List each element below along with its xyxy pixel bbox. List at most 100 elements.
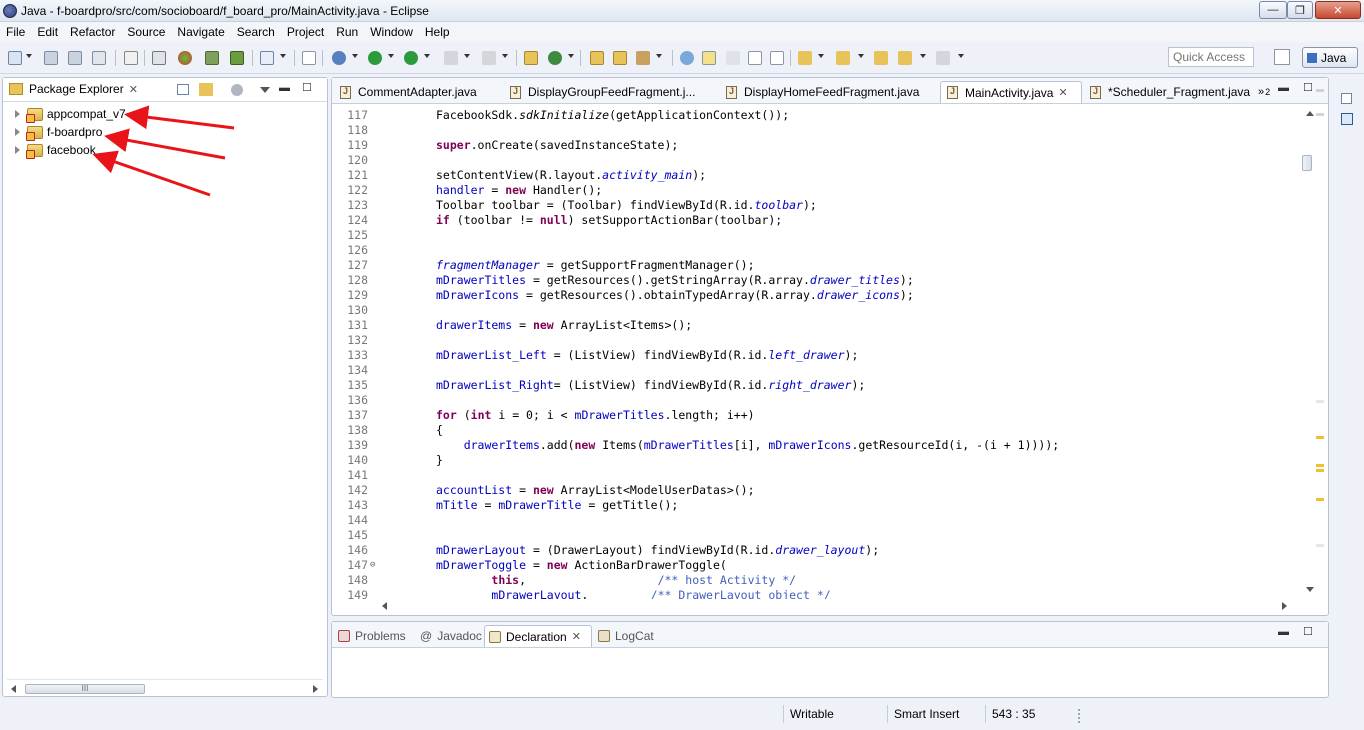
code-line[interactable]: 119 super.onCreate(savedInstanceState); xyxy=(332,138,1298,153)
scroll-left-icon[interactable] xyxy=(382,602,387,610)
menu-source[interactable]: Source xyxy=(121,25,171,39)
scroll-down-icon[interactable] xyxy=(1306,587,1314,592)
overview-ruler-marker[interactable] xyxy=(1316,544,1324,547)
code-line[interactable]: 136 xyxy=(332,393,1298,408)
code-line[interactable]: 129 mDrawerIcons = getResources().obtainT… xyxy=(332,288,1298,303)
new-dropdown-icon[interactable] xyxy=(26,54,32,58)
project-appcompat-v7[interactable]: appcompat_v7 xyxy=(15,105,126,123)
back-icon[interactable] xyxy=(898,51,912,65)
binary-icon[interactable] xyxy=(124,51,138,65)
new-java-class-dropdown-icon[interactable] xyxy=(568,54,574,58)
maximize-button[interactable]: ❐ xyxy=(1287,1,1313,19)
code-line[interactable]: 138 { xyxy=(332,423,1298,438)
open-type-icon[interactable] xyxy=(590,51,604,65)
checklist-dropdown-icon[interactable] xyxy=(280,54,286,58)
editor-hscrollbar[interactable] xyxy=(376,599,1294,613)
minimize-view-icon[interactable]: ▬ xyxy=(279,82,290,94)
overview-ruler-marker[interactable] xyxy=(1316,113,1324,116)
pilcrow-icon[interactable] xyxy=(770,51,784,65)
code-line[interactable]: 133 mDrawerList_Left = (ListView) findVie… xyxy=(332,348,1298,363)
vscroll-thumb[interactable] xyxy=(1302,155,1312,171)
code-line[interactable]: 122 handler = new Handler(); xyxy=(332,183,1298,198)
debug-dropdown-icon[interactable] xyxy=(352,54,358,58)
new-class-icon[interactable] xyxy=(302,51,316,65)
close-icon[interactable]: ✕ xyxy=(572,630,581,643)
hscroll-thumb[interactable]: III xyxy=(25,684,145,694)
overview-ruler-marker[interactable] xyxy=(1316,498,1324,501)
expand-arrow-icon[interactable] xyxy=(15,128,20,136)
project-facebook[interactable]: facebook xyxy=(15,141,96,159)
save-icon[interactable] xyxy=(44,51,58,65)
android-sdk-icon[interactable] xyxy=(178,51,192,65)
code-line[interactable]: 131 drawerItems = new ArrayList<Items>(); xyxy=(332,318,1298,333)
code-line[interactable]: 143 mTitle = mDrawerTitle = getTitle(); xyxy=(332,498,1298,513)
download-icon[interactable] xyxy=(205,51,219,65)
menu-file[interactable]: File xyxy=(0,25,31,39)
code-line[interactable]: 130 xyxy=(332,303,1298,318)
overview-ruler-marker[interactable] xyxy=(1316,464,1324,467)
code-line[interactable]: 117 FacebookSdk.sdkInitialize(getApplicat… xyxy=(332,108,1298,123)
coverage-icon[interactable] xyxy=(482,51,496,65)
stop-dropdown-icon[interactable] xyxy=(464,54,470,58)
java-perspective-button[interactable]: Java xyxy=(1302,47,1358,68)
maximize-editor-icon[interactable]: ☐ xyxy=(1303,81,1313,94)
menu-window[interactable]: Window xyxy=(364,25,419,39)
next-annotation-dropdown-icon[interactable] xyxy=(818,54,824,58)
tab-package-explorer[interactable]: Package Explorer ✕ xyxy=(9,82,138,96)
show-whitespace-icon[interactable] xyxy=(748,51,762,65)
forward-icon[interactable] xyxy=(936,51,950,65)
scroll-up-icon[interactable] xyxy=(1306,111,1314,116)
scroll-left-icon[interactable] xyxy=(11,685,16,693)
tab-scheduler-fragment[interactable]: *Scheduler_Fragment.java xyxy=(1084,81,1254,103)
new-package-icon[interactable] xyxy=(524,51,538,65)
overview-ruler-marker[interactable] xyxy=(1316,400,1324,403)
stop-icon[interactable] xyxy=(444,51,458,65)
code-line[interactable]: 124 if (toolbar != null) setSupportAction… xyxy=(332,213,1298,228)
code-line[interactable]: 137 for (int i = 0; i < mDrawerTitles.len… xyxy=(332,408,1298,423)
open-task-icon[interactable] xyxy=(613,51,627,65)
open-perspective-icon[interactable] xyxy=(1274,49,1290,65)
code-line[interactable]: 121 setContentView(R.layout.activity_main… xyxy=(332,168,1298,183)
close-button[interactable]: ✕ xyxy=(1315,1,1361,19)
menu-run[interactable]: Run xyxy=(330,25,364,39)
code-line[interactable]: 142 accountList = new ArrayList<ModelUser… xyxy=(332,483,1298,498)
previous-annotation-dropdown-icon[interactable] xyxy=(858,54,864,58)
close-icon[interactable]: ✕ xyxy=(129,83,138,96)
expand-arrow-icon[interactable] xyxy=(15,146,20,154)
run-icon[interactable] xyxy=(368,51,382,65)
maximize-bottom-panel-icon[interactable]: ☐ xyxy=(1303,625,1313,638)
search-dropdown-icon[interactable] xyxy=(656,54,662,58)
code-line[interactable]: 139 drawerItems.add(new Items(mDrawerTit… xyxy=(332,438,1298,453)
checklist-icon[interactable] xyxy=(260,51,274,65)
run-external-icon[interactable] xyxy=(404,51,418,65)
editor-vscrollbar[interactable] xyxy=(1300,105,1326,599)
code-line[interactable]: 128 mDrawerTitles = getResources().getStr… xyxy=(332,273,1298,288)
link-with-editor-icon[interactable] xyxy=(199,83,213,96)
code-text-area[interactable]: 117 FacebookSdk.sdkInitialize(getApplicat… xyxy=(332,105,1298,599)
back-dropdown-icon[interactable] xyxy=(920,54,926,58)
scroll-right-icon[interactable] xyxy=(313,685,318,693)
new-java-class-icon[interactable] xyxy=(548,51,562,65)
tab-javadoc[interactable]: @ Javadoc xyxy=(416,625,484,647)
coverage-dropdown-icon[interactable] xyxy=(502,54,508,58)
minimize-bottom-panel-icon[interactable]: ▬ xyxy=(1278,626,1289,638)
next-annotation-icon[interactable] xyxy=(798,51,812,65)
search-icon[interactable] xyxy=(636,51,650,65)
tab-declaration[interactable]: Declaration ✕ xyxy=(484,625,592,647)
tab-comment-adapter[interactable]: CommentAdapter.java xyxy=(334,81,504,103)
collapse-all-icon[interactable] xyxy=(177,84,189,95)
code-line[interactable]: 135 mDrawerList_Right= (ListView) findVie… xyxy=(332,378,1298,393)
code-line[interactable]: 144 xyxy=(332,513,1298,528)
tab-display-group-feed-fragment[interactable]: DisplayGroupFeedFragment.j... xyxy=(504,81,718,103)
tab-logcat[interactable]: LogCat xyxy=(594,625,664,647)
overview-ruler-marker[interactable] xyxy=(1316,89,1324,92)
code-line[interactable]: 145 xyxy=(332,528,1298,543)
overview-ruler-marker[interactable] xyxy=(1316,436,1324,439)
run-external-dropdown-icon[interactable] xyxy=(424,54,430,58)
tools-icon[interactable] xyxy=(152,51,166,65)
outline-view-icon[interactable] xyxy=(1341,113,1353,125)
menu-search[interactable]: Search xyxy=(231,25,281,39)
run-dropdown-icon[interactable] xyxy=(388,54,394,58)
quick-access-input[interactable] xyxy=(1168,47,1254,67)
tab-main-activity[interactable]: MainActivity.java ✕ xyxy=(940,81,1082,103)
